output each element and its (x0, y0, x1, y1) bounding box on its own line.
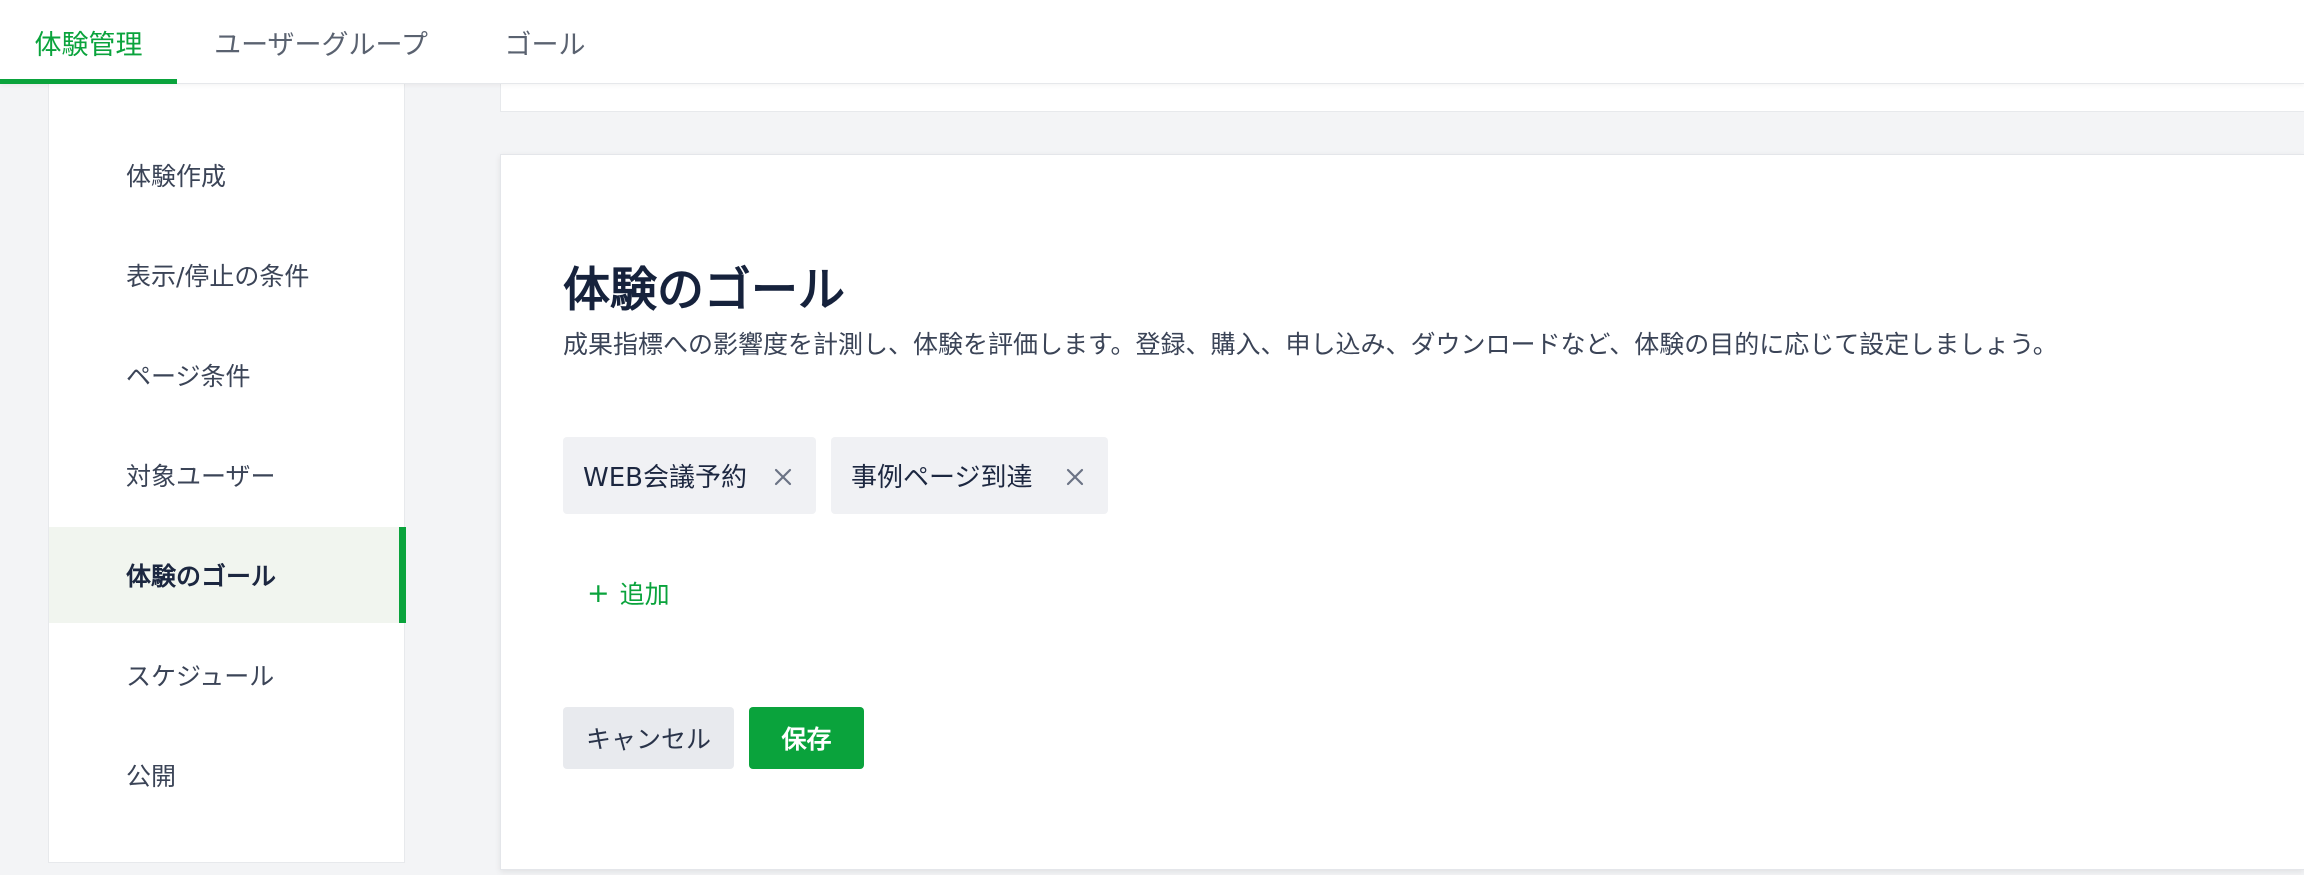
close-icon[interactable] (772, 465, 794, 487)
sidebar-item-display-conditions[interactable]: 表示/停止の条件 (49, 227, 405, 323)
sidebar-item-target-users[interactable]: 対象ユーザー (49, 427, 405, 523)
goal-chip-label: 事例ページ到達 (851, 463, 1033, 493)
tab-goals[interactable]: ゴール (490, 0, 600, 84)
card-title: 体験のゴール (563, 263, 845, 318)
save-button[interactable]: 保存 (749, 707, 864, 769)
previous-section-panel (500, 84, 2304, 112)
sidebar-item-schedule[interactable]: スケジュール (49, 627, 405, 723)
sidebar: 体験作成 表示/停止の条件 ページ条件 対象ユーザー 体験のゴール スケジュール… (48, 84, 406, 863)
sidebar-item-create-experience[interactable]: 体験作成 (49, 127, 405, 223)
sidebar-item-page-conditions[interactable]: ページ条件 (49, 327, 405, 423)
close-icon[interactable] (1064, 465, 1086, 487)
sidebar-item-experience-goal[interactable]: 体験のゴール (49, 527, 406, 623)
goal-chip-label: WEB会議予約 (583, 463, 747, 493)
goal-settings-card: 体験のゴール 成果指標への影響度を計測し、体験を評価します。登録、購入、申し込み… (500, 154, 2304, 870)
sidebar-item-publish[interactable]: 公開 (49, 727, 405, 823)
cancel-button[interactable]: キャンセル (563, 707, 734, 769)
tab-user-groups[interactable]: ユーザーグループ (196, 0, 446, 84)
goal-chip: WEB会議予約 (563, 437, 816, 514)
add-goal-label: 追加 (619, 580, 670, 609)
add-goal-button[interactable]: + 追加 (587, 575, 670, 611)
tab-experience-management[interactable]: 体験管理 (0, 0, 177, 84)
plus-icon: + (587, 577, 610, 609)
card-description: 成果指標への影響度を計測し、体験を評価します。登録、購入、申し込み、ダウンロード… (563, 330, 2058, 359)
top-tab-bar: 体験管理 ユーザーグループ ゴール (0, 0, 2304, 84)
goal-chip: 事例ページ到達 (831, 437, 1108, 514)
